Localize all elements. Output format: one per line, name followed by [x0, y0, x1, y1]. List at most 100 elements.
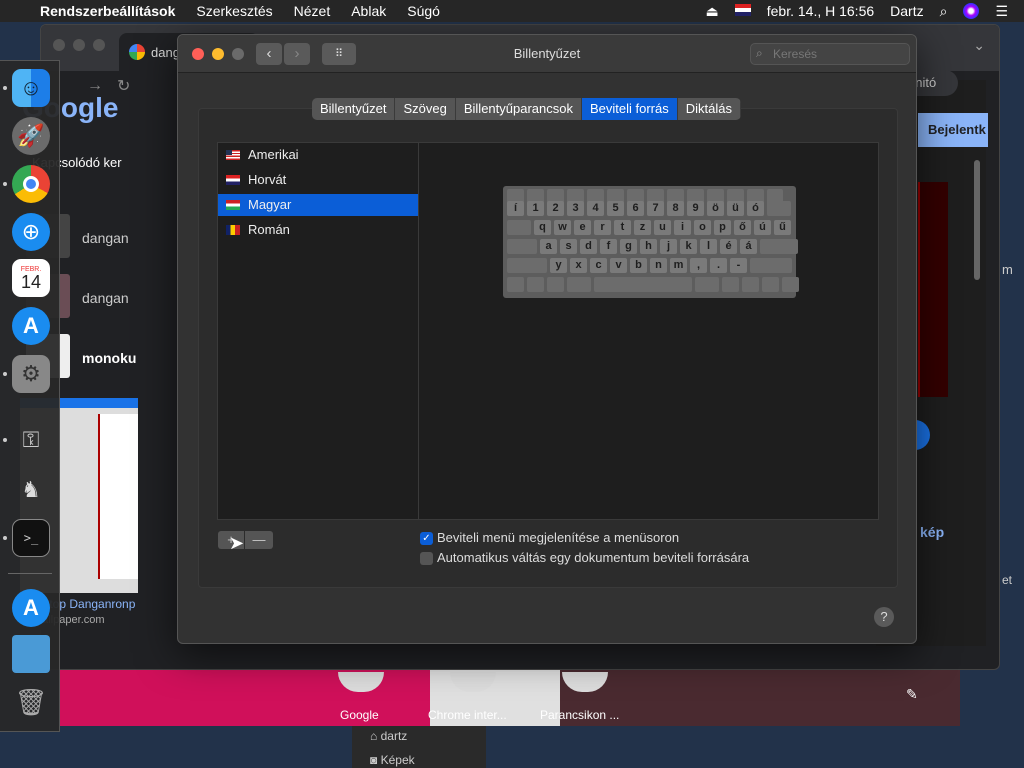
key — [750, 258, 792, 273]
side-image[interactable] — [918, 182, 948, 397]
result-label-3[interactable]: monoku — [82, 350, 136, 366]
tab-diktalas[interactable]: Diktálás — [678, 98, 741, 120]
spotlight-search-icon[interactable]: ⌕ — [940, 3, 948, 20]
key: p — [714, 220, 731, 235]
chrome-scrollbar[interactable] — [974, 160, 980, 280]
key: b — [630, 258, 647, 273]
key: i — [674, 220, 691, 235]
help-button[interactable]: ? — [874, 607, 894, 627]
menu-app-name[interactable]: Rendszerbeállítások — [40, 3, 175, 19]
launchpad-icon[interactable]: 🚀 — [12, 117, 50, 155]
running-indicator — [3, 182, 7, 186]
input-source-flag-icon[interactable] — [734, 3, 751, 19]
key — [507, 258, 547, 273]
list-item[interactable]: Román — [218, 219, 418, 241]
key: w — [554, 220, 571, 235]
key: o — [694, 220, 711, 235]
tab-billentyuzet[interactable]: Billentyűzet — [312, 98, 396, 120]
key: g — [620, 239, 637, 254]
notification-center-icon[interactable]: ☰ — [995, 3, 1008, 20]
finder-item-kepek[interactable]: ◙ Képek — [370, 753, 415, 767]
key — [507, 220, 531, 235]
app-store-icon[interactable]: A — [12, 307, 50, 345]
reload-icon[interactable]: ↻ — [117, 76, 130, 96]
folder-icon[interactable] — [12, 635, 50, 673]
auto-switch-checkbox[interactable]: Automatikus váltás egy dokumentum bevite… — [420, 550, 749, 568]
shortcut-google[interactable]: Google — [340, 708, 379, 722]
finder-item-dartz[interactable]: ⌂ dartz — [370, 729, 407, 743]
key: ö — [707, 201, 724, 216]
list-item[interactable]: Horvát — [218, 169, 418, 191]
keyboard-row-top: qwertzuiopőúű — [507, 220, 794, 235]
key: 1 — [527, 201, 544, 216]
list-item-selected[interactable]: Magyar — [218, 194, 418, 216]
remove-source-button[interactable]: — — [245, 531, 273, 549]
image-link[interactable]: kép — [920, 524, 944, 540]
trash-icon[interactable]: 🗑 — [12, 683, 50, 721]
input-source-list[interactable]: Amerikai Horvát Magyar Román — [217, 142, 419, 520]
key: 6 — [627, 201, 644, 216]
tab-beviteli-forras[interactable]: Beviteli forrás — [581, 98, 678, 120]
menu-help[interactable]: Súgó — [407, 3, 440, 19]
search-input[interactable]: ⌕ Keresés — [750, 43, 910, 65]
menubar-datetime[interactable]: febr. 14., H 16:56 — [767, 3, 874, 19]
terminal-icon[interactable]: >_ — [12, 519, 50, 557]
tab-szoveg[interactable]: Szöveg — [395, 98, 456, 120]
chess-icon[interactable]: ♞ — [12, 471, 50, 509]
show-input-menu-checkbox[interactable]: ✓ Beviteli menü megjelenítése a menüsoro… — [420, 530, 679, 548]
key: ó — [747, 201, 764, 216]
key: - — [730, 258, 747, 273]
finder-icon[interactable]: ☺ — [12, 69, 50, 107]
keyboard-row-numbers: í123456789öüó — [507, 201, 794, 216]
menu-bar: Rendszerbeállítások Szerkesztés Nézet Ab… — [0, 0, 1024, 22]
source-name-roman: Román — [248, 222, 290, 237]
tab-billentyuparancsok[interactable]: Billentyűparancsok — [456, 98, 582, 120]
menubar-user[interactable]: Dartz — [890, 3, 923, 19]
key — [567, 277, 591, 292]
key: 3 — [567, 201, 584, 216]
side-label-1: m — [1002, 262, 1013, 277]
keyboard-layout-preview: í123456789öüó qwertzuiopőúű asdfghjkléá … — [503, 186, 799, 298]
key: u — [654, 220, 671, 235]
preview-image-inner — [98, 414, 138, 579]
key: é — [720, 239, 737, 254]
tab-bar: Billentyűzet Szöveg Billentyűparancsok B… — [312, 98, 741, 120]
key: a — [540, 239, 557, 254]
result-label-1[interactable]: dangan — [82, 230, 129, 246]
chrome-min-light[interactable] — [73, 39, 85, 51]
us-flag-icon — [226, 150, 240, 160]
key: y — [550, 258, 567, 273]
eject-icon[interactable]: ⏏ — [706, 3, 719, 20]
tab-search-chevron-icon[interactable]: ⌄ — [973, 37, 985, 54]
key: f — [600, 239, 617, 254]
calendar-icon[interactable]: FEBR. 14 — [12, 259, 50, 297]
list-item[interactable]: Amerikai — [218, 144, 418, 166]
chrome-max-light[interactable] — [93, 39, 105, 51]
key: e — [574, 220, 591, 235]
window-titlebar[interactable]: ‹ › ⠿ Billentyűzet ⌕ Keresés — [178, 35, 916, 73]
key: t — [614, 220, 631, 235]
key: r — [594, 220, 611, 235]
app-store-folder-icon[interactable]: A — [12, 589, 50, 627]
menu-view[interactable]: Nézet — [294, 3, 331, 19]
key: x — [570, 258, 587, 273]
key — [760, 239, 798, 254]
siri-icon[interactable] — [963, 3, 980, 19]
key — [507, 277, 524, 292]
chrome-close-light[interactable] — [53, 39, 65, 51]
keyboard-row-home: asdfghjkléá — [507, 239, 801, 254]
chrome-icon[interactable] — [12, 165, 50, 203]
menu-window[interactable]: Ablak — [351, 3, 386, 19]
menu-edit[interactable]: Szerkesztés — [196, 3, 272, 19]
unchecked-box-icon — [420, 552, 433, 565]
result-label-2[interactable]: dangan — [82, 290, 129, 306]
keychain-icon[interactable]: ⚿ — [12, 421, 50, 459]
system-preferences-icon[interactable]: ⚙ — [12, 355, 50, 393]
customize-pencil-icon[interactable]: ✎ — [906, 686, 918, 703]
hr-flag-icon — [226, 175, 240, 185]
safari-icon[interactable]: ⊕ — [12, 213, 50, 251]
shortcut-parancsikon[interactable]: Parancsikon ... — [540, 708, 619, 722]
hu-flag-icon — [226, 200, 240, 210]
shortcut-chrome-internal[interactable]: Chrome inter... — [428, 708, 507, 722]
signin-button[interactable]: Bejelentk — [918, 113, 988, 147]
